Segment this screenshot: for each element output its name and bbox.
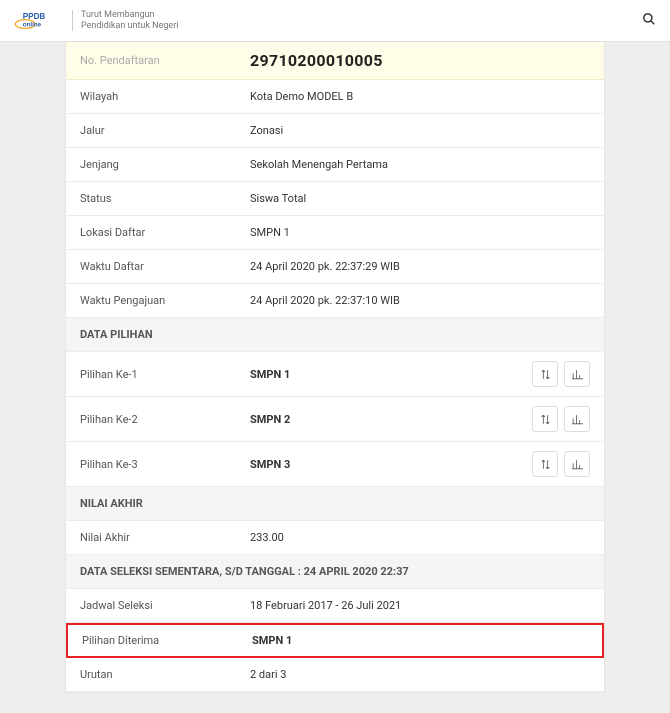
value-pilihan-diterima: SMPN 1: [252, 634, 588, 647]
row-waktu-pengajuan: Waktu Pengajuan 24 April 2020 pk. 22:37:…: [66, 284, 604, 318]
value-wilayah: Kota Demo MODEL B: [250, 90, 590, 103]
row-jenjang: Jenjang Sekolah Menengah Pertama: [66, 148, 604, 182]
label-urutan: Urutan: [80, 668, 250, 681]
pilihan-1-actions: [532, 361, 590, 387]
label-status: Status: [80, 192, 250, 205]
section-data-pilihan: DATA PILIHAN: [66, 318, 604, 352]
value-urutan: 2 dari 3: [250, 668, 590, 681]
label-pilihan-3: Pilihan Ke-3: [80, 458, 250, 471]
value-nilai-akhir: 233.00: [250, 531, 590, 544]
row-pilihan-3: Pilihan Ke-3 SMPN 3: [66, 442, 604, 487]
label-pilihan-1: Pilihan Ke-1: [80, 368, 250, 381]
value-lokasi-daftar: SMPN 1: [250, 226, 590, 239]
row-pilihan-2: Pilihan Ke-2 SMPN 2: [66, 397, 604, 442]
value-pilihan-2: SMPN 2: [250, 413, 532, 426]
chart-icon[interactable]: [564, 361, 590, 387]
row-urutan: Urutan 2 dari 3: [66, 658, 604, 692]
label-no-pendaftaran: No. Pendaftaran: [80, 54, 250, 67]
value-waktu-pengajuan: 24 April 2020 pk. 22:37:10 WIB: [250, 294, 590, 307]
label-waktu-pengajuan: Waktu Pengajuan: [80, 294, 250, 307]
label-jenjang: Jenjang: [80, 158, 250, 171]
value-no-pendaftaran: 29710200010005: [250, 51, 590, 70]
row-jalur: Jalur Zonasi: [66, 114, 604, 148]
row-pilihan-1: Pilihan Ke-1 SMPN 1: [66, 352, 604, 397]
value-jalur: Zonasi: [250, 124, 590, 137]
label-wilayah: Wilayah: [80, 90, 250, 103]
tagline: Turut Membangun Pendidikan untuk Negeri: [72, 10, 178, 32]
label-lokasi-daftar: Lokasi Daftar: [80, 226, 250, 239]
row-nilai-akhir: Nilai Akhir 233.00: [66, 521, 604, 555]
row-status: Status Siswa Total: [66, 182, 604, 216]
brand: PPDB online Turut Membangun Pendidikan u…: [14, 9, 178, 33]
tagline-line2: Pendidikan untuk Negeri: [81, 21, 178, 32]
sort-icon[interactable]: [532, 451, 558, 477]
pilihan-2-actions: [532, 406, 590, 432]
row-lokasi-daftar: Lokasi Daftar SMPN 1: [66, 216, 604, 250]
value-pilihan-3: SMPN 3: [250, 458, 532, 471]
label-pilihan-diterima: Pilihan Diterima: [82, 634, 252, 647]
search-icon[interactable]: [642, 12, 656, 30]
chart-icon[interactable]: [564, 406, 590, 432]
value-jenjang: Sekolah Menengah Pertama: [250, 158, 590, 171]
section-data-seleksi: DATA SELEKSI SEMENTARA, S/D TANGGAL : 24…: [66, 555, 604, 589]
value-status: Siswa Total: [250, 192, 590, 205]
logo-ppdb-online: PPDB online: [14, 9, 64, 33]
row-jadwal-seleksi: Jadwal Seleksi 18 Februari 2017 - 26 Jul…: [66, 589, 604, 623]
label-jadwal-seleksi: Jadwal Seleksi: [80, 599, 250, 612]
value-waktu-daftar: 24 April 2020 pk. 22:37:29 WIB: [250, 260, 590, 273]
value-jadwal-seleksi: 18 Februari 2017 - 26 Juli 2021: [250, 599, 590, 612]
chart-icon[interactable]: [564, 451, 590, 477]
row-no-pendaftaran: No. Pendaftaran 29710200010005: [66, 42, 604, 80]
label-pilihan-2: Pilihan Ke-2: [80, 413, 250, 426]
row-wilayah: Wilayah Kota Demo MODEL B: [66, 80, 604, 114]
registration-card: No. Pendaftaran 29710200010005 Wilayah K…: [65, 42, 605, 693]
page-content: No. Pendaftaran 29710200010005 Wilayah K…: [0, 42, 670, 713]
pilihan-3-actions: [532, 451, 590, 477]
top-bar: PPDB online Turut Membangun Pendidikan u…: [0, 0, 670, 42]
row-waktu-daftar: Waktu Daftar 24 April 2020 pk. 22:37:29 …: [66, 250, 604, 284]
row-pilihan-diterima: Pilihan Diterima SMPN 1: [66, 623, 604, 658]
label-waktu-daftar: Waktu Daftar: [80, 260, 250, 273]
value-pilihan-1: SMPN 1: [250, 368, 532, 381]
sort-icon[interactable]: [532, 361, 558, 387]
sort-icon[interactable]: [532, 406, 558, 432]
section-nilai-akhir: NILAI AKHIR: [66, 487, 604, 521]
label-jalur: Jalur: [80, 124, 250, 137]
tagline-line1: Turut Membangun: [81, 10, 178, 21]
svg-text:online: online: [23, 21, 42, 28]
label-nilai-akhir: Nilai Akhir: [80, 531, 250, 544]
